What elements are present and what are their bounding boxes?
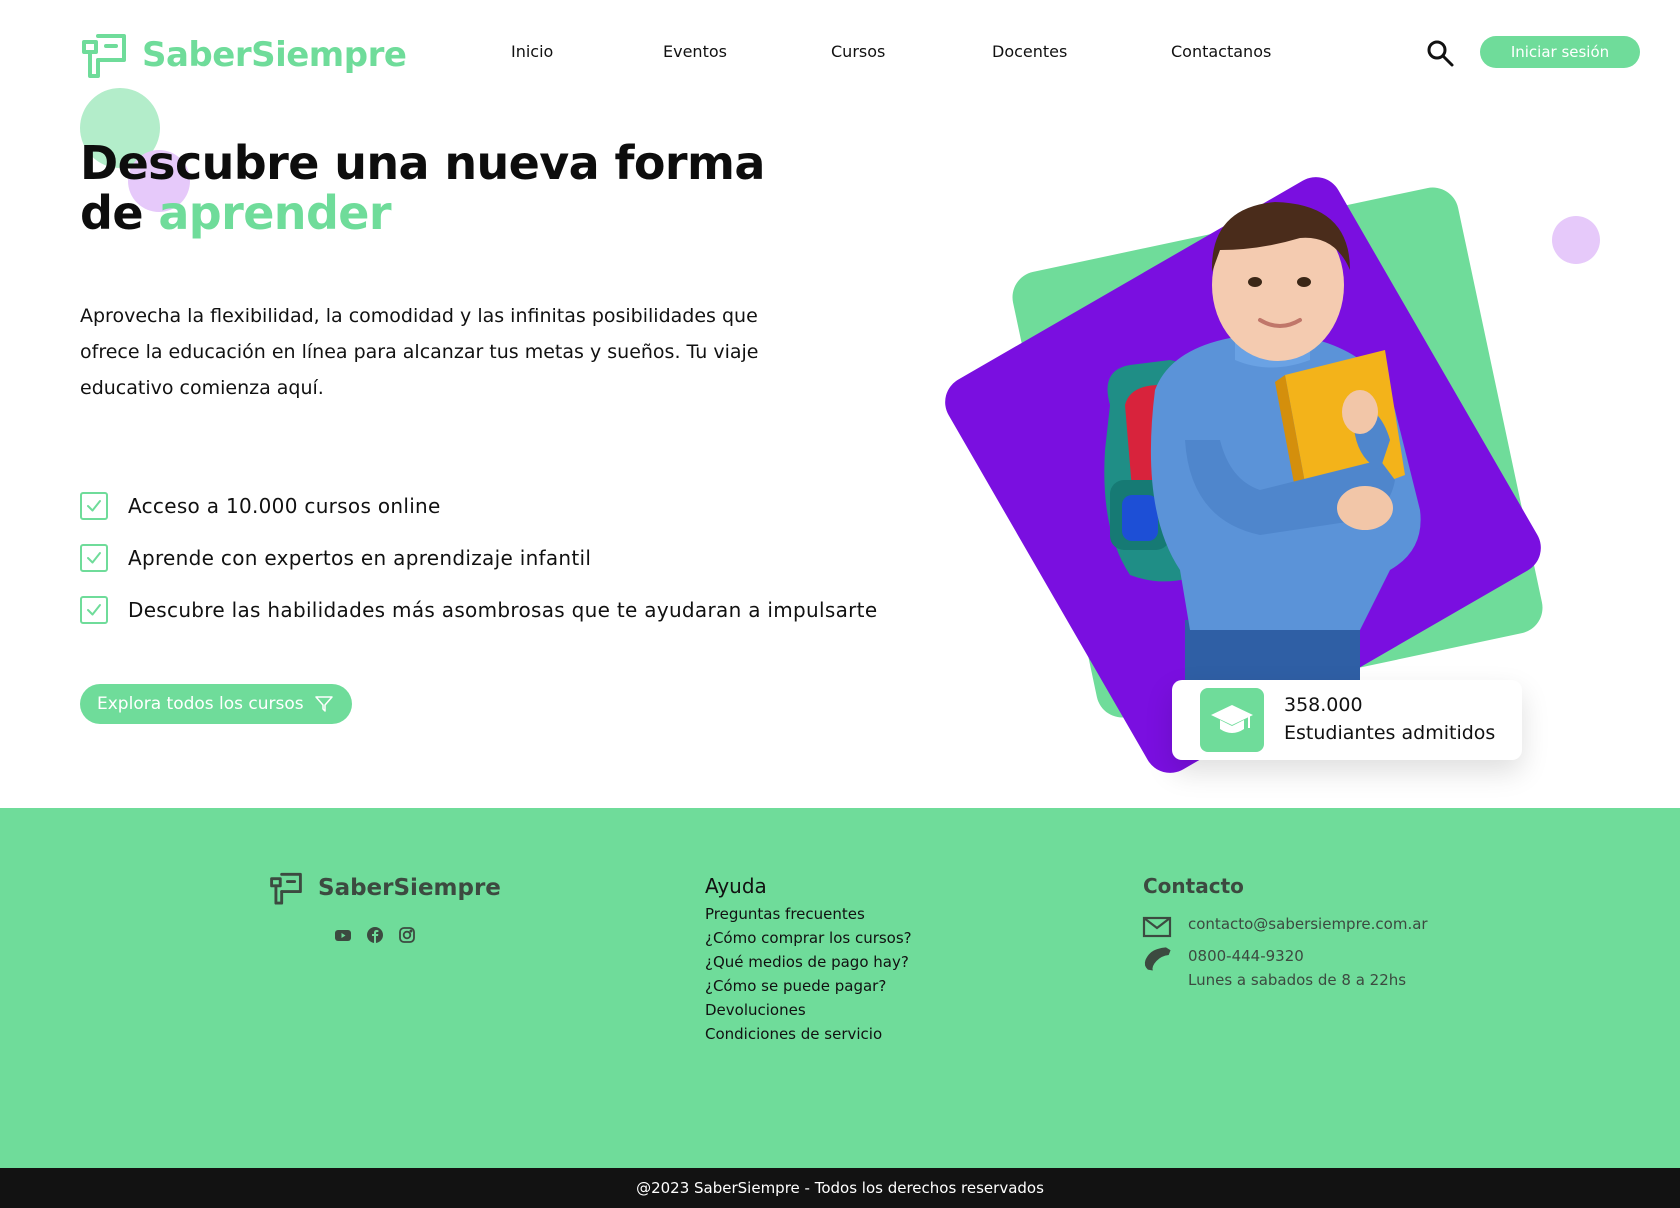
contact-email[interactable]: contacto@sabersiempre.com.ar	[1188, 912, 1428, 936]
help-link-payment-methods[interactable]: ¿Qué medios de pago hay?	[705, 950, 912, 974]
feature-item: Descubre las habilidades más asombrosas …	[80, 584, 877, 636]
footer-brand-name: SaberSiempre	[318, 875, 501, 901]
site-header: SaberSiempre Inicio Eventos Cursos Docen…	[0, 0, 1680, 100]
copyright-bar: @2023 SaberSiempre - Todos los derechos …	[0, 1168, 1680, 1208]
hero-title-prefix: de	[80, 186, 159, 240]
mail-icon	[1142, 916, 1172, 938]
nav-item-inicio[interactable]: Inicio	[511, 42, 553, 61]
help-link-returns[interactable]: Devoluciones	[705, 998, 912, 1022]
instagram-icon[interactable]	[398, 926, 416, 944]
filter-icon	[314, 696, 333, 712]
help-link-faq[interactable]: Preguntas frecuentes	[705, 902, 912, 926]
search-icon[interactable]	[1425, 38, 1455, 68]
facebook-icon[interactable]	[366, 926, 384, 944]
phone-icon	[1144, 947, 1171, 971]
contact-hours: Lunes a sabados de 8 a 22hs	[1188, 971, 1407, 989]
contact-email-row: contacto@sabersiempre.com.ar	[1142, 912, 1428, 940]
site-footer: SaberSiempre Ayuda Preguntas frecuentes …	[0, 808, 1680, 1168]
contact-section: Contacto	[1142, 874, 1244, 898]
contact-phone-row: 0800-444-9320 Lunes a sabados de 8 a 22h…	[1142, 944, 1406, 992]
graduation-cap-icon	[1200, 688, 1264, 752]
checkbox-icon	[80, 544, 108, 572]
contact-phone[interactable]: 0800-444-9320	[1188, 944, 1406, 968]
decor-circle-purple-right	[1552, 216, 1600, 264]
help-link-terms[interactable]: Condiciones de servicio	[705, 1022, 912, 1046]
help-link-how-to-pay[interactable]: ¿Cómo se puede pagar?	[705, 974, 912, 998]
nav-item-docentes[interactable]: Docentes	[992, 42, 1067, 61]
nav-item-cursos[interactable]: Cursos	[831, 42, 885, 61]
social-links	[334, 926, 430, 944]
stat-card: 358.000 Estudiantes admitidos	[1172, 680, 1522, 760]
hero-description: Aprovecha la flexibilidad, la comodidad …	[80, 305, 759, 399]
help-link-how-to-buy[interactable]: ¿Cómo comprar los cursos?	[705, 926, 912, 950]
feature-list: Acceso a 10.000 cursos online Aprende co…	[80, 480, 877, 636]
feature-text: Acceso a 10.000 cursos online	[128, 494, 441, 518]
checkbox-icon	[80, 492, 108, 520]
explore-courses-button[interactable]: Explora todos los cursos	[80, 684, 352, 724]
hero-title-line1: Descubre una nueva forma	[80, 136, 765, 190]
stat-label: Estudiantes admitidos	[1284, 722, 1496, 744]
contact-phone-block: 0800-444-9320 Lunes a sabados de 8 a 22h…	[1172, 944, 1406, 992]
hero-title-accent: aprender	[158, 186, 391, 240]
nav-item-contactanos[interactable]: Contactanos	[1171, 42, 1271, 61]
stat-text: 358.000 Estudiantes admitidos	[1284, 692, 1495, 748]
copyright-text: @2023 SaberSiempre - Todos los derechos …	[636, 1179, 1044, 1197]
feature-text: Descubre las habilidades más asombrosas …	[128, 598, 878, 622]
youtube-icon[interactable]	[334, 926, 352, 944]
feature-text: Aprende con expertos en aprendizaje infa…	[128, 546, 592, 570]
stat-number: 358.000	[1284, 694, 1363, 716]
footer-logo[interactable]: SaberSiempre	[268, 870, 501, 906]
nav-item-eventos[interactable]: Eventos	[663, 42, 727, 61]
feature-item: Acceso a 10.000 cursos online	[80, 480, 877, 532]
feature-item: Aprende con expertos en aprendizaje infa…	[80, 532, 877, 584]
help-title: Ayuda	[705, 874, 767, 898]
contact-title: Contacto	[1143, 874, 1244, 898]
logo-icon	[270, 872, 302, 905]
explore-courses-label: Explora todos los cursos	[97, 694, 304, 714]
login-button[interactable]: Iniciar sesión	[1480, 36, 1640, 68]
help-section: Ayuda Preguntas frecuentes ¿Cómo comprar…	[705, 874, 912, 1046]
student-photo	[1104, 202, 1421, 680]
hero-title: Descubre una nueva forma de aprender	[80, 138, 765, 238]
checkbox-icon	[80, 596, 108, 624]
